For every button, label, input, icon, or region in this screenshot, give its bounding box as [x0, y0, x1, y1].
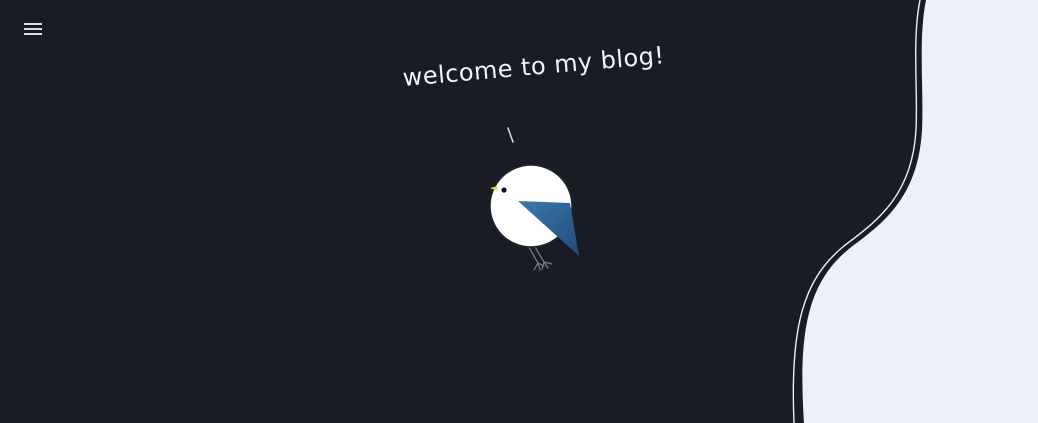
speech-tick-mark	[507, 127, 514, 143]
menu-bar-bottom	[24, 33, 42, 35]
menu-bar-middle	[24, 28, 42, 30]
page-root: welcome to my blog!	[0, 0, 1038, 423]
bird-eye	[501, 187, 507, 193]
hamburger-menu-icon[interactable]	[20, 18, 46, 40]
wave-panel-fill	[802, 0, 1038, 423]
bird-icon	[489, 127, 579, 271]
wave-panel-outline	[792, 0, 921, 423]
welcome-heading: welcome to my blog!	[401, 41, 666, 92]
menu-bar-top	[24, 23, 42, 25]
